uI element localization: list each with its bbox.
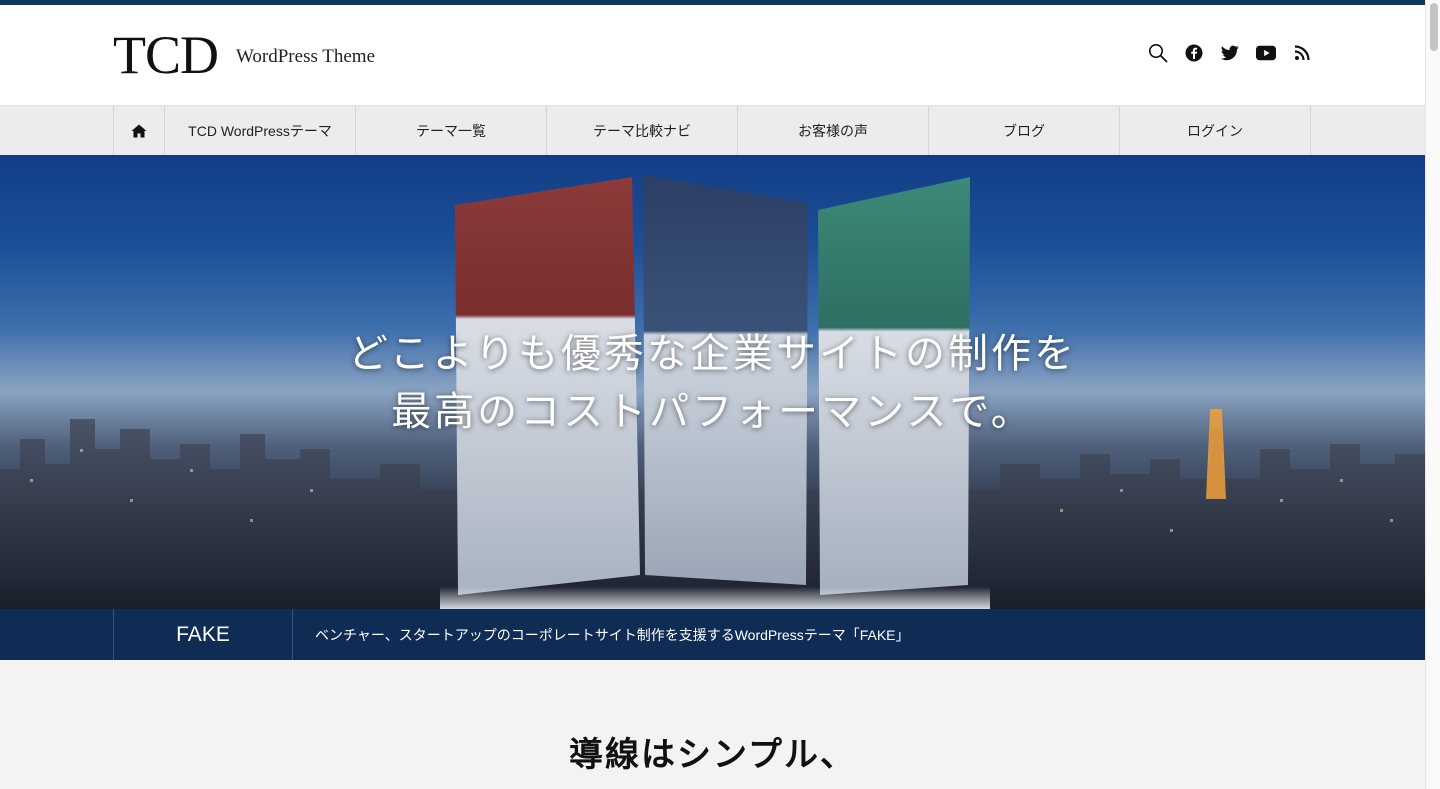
site-logo[interactable]: TCD WordPress Theme [113, 25, 375, 85]
global-nav: TCD WordPressテーマ テーマ一覧 テーマ比較ナビ お客様の声 ブログ… [0, 105, 1425, 156]
nav-item-customer-voice[interactable]: お客様の声 [738, 106, 929, 156]
rss-icon[interactable] [1292, 43, 1312, 63]
logo-mark: TCD [113, 25, 219, 85]
nav-item-login[interactable]: ログイン [1120, 106, 1311, 156]
scrollbar-thumb[interactable] [1430, 3, 1438, 51]
page-scrollbar[interactable] [1425, 0, 1440, 789]
header-icon-bar [1148, 43, 1312, 63]
featured-theme-band[interactable]: FAKE ベンチャー、スタートアップのコーポレートサイト制作を支援するWordP… [0, 609, 1425, 660]
nav-item-tcd-wordpress-theme[interactable]: TCD WordPressテーマ [165, 106, 356, 156]
hero-copy-line-1: どこよりも優秀な企業サイトの制作を [348, 331, 1077, 376]
hero-banner[interactable]: どこよりも優秀な企業サイトの制作を 最高のコストパフォーマンスで。 [0, 155, 1425, 609]
facebook-icon[interactable] [1184, 43, 1204, 63]
featured-theme-name: FAKE [113, 609, 293, 660]
nav-item-blog[interactable]: ブログ [929, 106, 1120, 156]
home-icon [131, 124, 147, 138]
search-icon[interactable] [1148, 43, 1168, 63]
hero-copy-line-2: 最高のコストパフォーマンスで。 [391, 389, 1034, 434]
nav-item-theme-list[interactable]: テーマ一覧 [356, 106, 547, 156]
section-heading: 導線はシンプル、 [569, 737, 856, 774]
nav-home[interactable] [114, 106, 165, 156]
logo-subtitle: WordPress Theme [236, 46, 376, 67]
site-header: TCD WordPress Theme [0, 5, 1425, 105]
hero-catchcopy: どこよりも優秀な企業サイトの制作を 最高のコストパフォーマンスで。 [0, 325, 1425, 441]
twitter-icon[interactable] [1220, 43, 1240, 63]
nav-item-theme-compare[interactable]: テーマ比較ナビ [547, 106, 738, 156]
featured-theme-description: ベンチャー、スタートアップのコーポレートサイト制作を支援するWordPressテ… [315, 626, 910, 643]
intro-section: 導線はシンプル、 [0, 660, 1425, 789]
youtube-icon[interactable] [1256, 43, 1276, 63]
